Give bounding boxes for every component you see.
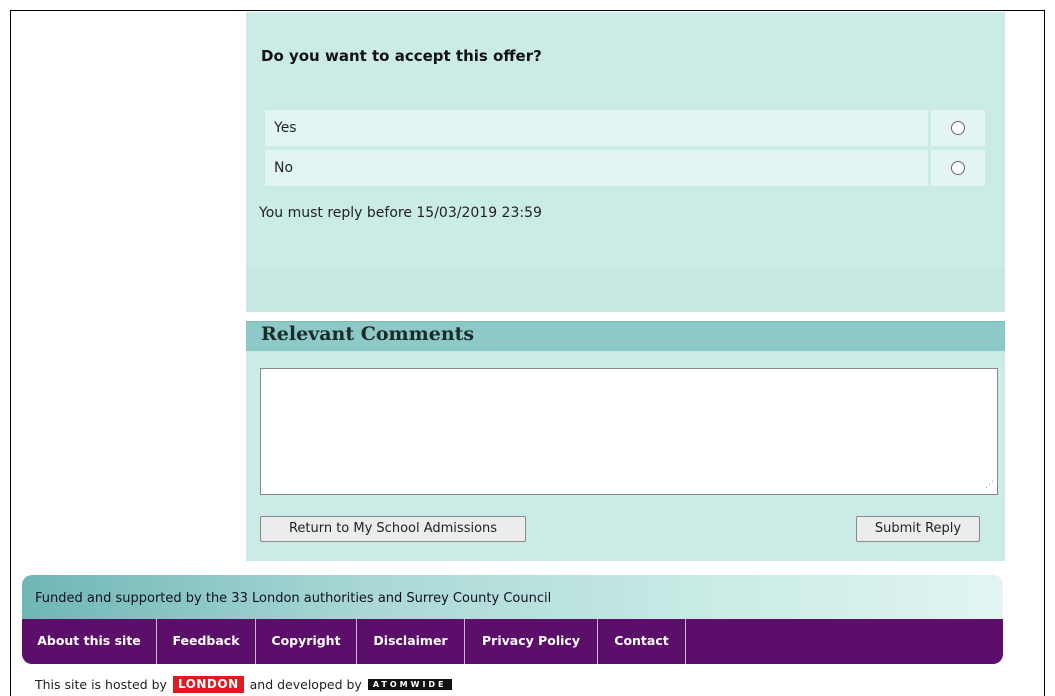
comments-textarea[interactable] xyxy=(260,368,998,495)
submit-reply-button[interactable]: Submit Reply xyxy=(856,516,980,542)
comments-title: Relevant Comments xyxy=(261,323,475,345)
offer-question: Do you want to accept this offer? xyxy=(261,47,542,65)
option-label-yes: Yes xyxy=(265,110,928,146)
nav-feedback[interactable]: Feedback xyxy=(157,619,256,664)
radio-yes[interactable] xyxy=(951,121,965,135)
option-radio-cell-yes xyxy=(931,110,985,146)
atomwide-logo[interactable]: ATOMWIDE xyxy=(367,679,452,690)
funded-text: Funded and supported by the 33 London au… xyxy=(35,591,552,606)
option-row-no[interactable]: No xyxy=(265,150,985,186)
nav-privacy-policy[interactable]: Privacy Policy xyxy=(465,619,598,664)
radio-no[interactable] xyxy=(951,161,965,175)
reply-deadline: You must reply before 15/03/2019 23:59 xyxy=(259,205,542,221)
option-radio-cell-no xyxy=(931,150,985,186)
nav-contact[interactable]: Contact xyxy=(598,619,686,664)
return-button[interactable]: Return to My School Admissions xyxy=(260,516,526,542)
lgfl-logo[interactable]: LONDON xyxy=(172,676,244,693)
hosting-credits: This site is hosted by LONDON and develo… xyxy=(35,676,452,693)
option-row-yes[interactable]: Yes xyxy=(265,110,985,146)
developed-prefix: and developed by xyxy=(249,677,362,692)
nav-disclaimer[interactable]: Disclaimer xyxy=(357,619,465,664)
offer-panel-footer xyxy=(246,268,1005,312)
option-label-no: No xyxy=(265,150,928,186)
nav-about[interactable]: About this site xyxy=(22,619,157,664)
hosted-prefix: This site is hosted by xyxy=(35,677,167,692)
nav-copyright[interactable]: Copyright xyxy=(256,619,357,664)
